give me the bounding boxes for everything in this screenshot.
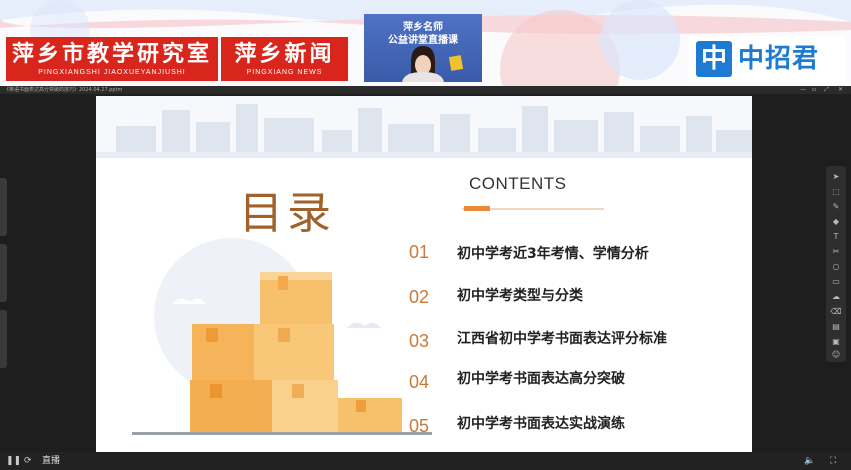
toc-item-3-number: 03 bbox=[409, 331, 430, 351]
stacked-boxes-illustration bbox=[132, 238, 432, 435]
cut-icon[interactable]: ✂ bbox=[826, 245, 846, 259]
camera-caption: 萍乡市教研室 bbox=[407, 74, 438, 80]
annotation-toolbar: ➤ ⬚ ✎ ◆ T ✂ ○ ▭ ☁ ⌫ ▤ ▣ ☺ bbox=[826, 166, 846, 362]
toc-item-4-text: 初中学考书面表达高分突破 bbox=[457, 371, 625, 387]
toc-item-2-text: 初中学考类型与分类 bbox=[457, 288, 583, 304]
skyline-decoration bbox=[96, 96, 752, 158]
restore-icon[interactable]: ▫ bbox=[812, 86, 816, 94]
toc-item-1-text: 初中学考近3年考情、学情分析 bbox=[457, 246, 649, 262]
zhongzhaojun-mark: 中 bbox=[696, 41, 732, 77]
toc-item-5-text: 初中学考书面表达实战演练 bbox=[457, 416, 625, 432]
contents-accent-bar bbox=[464, 206, 490, 211]
toc-item-4-number: 04 bbox=[409, 372, 430, 392]
player-bottom-bar: ❚❚ ⟳ 直播 🔈 ⛶ bbox=[0, 452, 851, 470]
pen-icon[interactable]: ✎ bbox=[826, 200, 846, 214]
rail-tab-2[interactable] bbox=[0, 244, 7, 302]
highlighter-icon[interactable]: ◆ bbox=[826, 215, 846, 229]
file-name: 《英语书面表达高分突破的技巧》2024.04.27.pptm bbox=[4, 87, 123, 93]
toc-item-1-number: 01 bbox=[409, 242, 430, 262]
close-icon[interactable]: ✕ bbox=[838, 86, 843, 94]
user-icon[interactable]: ☺ bbox=[826, 348, 846, 362]
cloud-icon[interactable]: ☁ bbox=[826, 290, 846, 304]
toc-item-2-number: 02 bbox=[409, 287, 430, 307]
teaching-research-subtitle: PINGXIANGSHI JIAOXUEYANJIUSHI bbox=[38, 69, 186, 76]
stream-banner: 萍乡市教学研究室 PINGXIANGSHI JIAOXUEYANJIUSHI 萍… bbox=[0, 0, 851, 86]
volume-icon[interactable]: 🔈 bbox=[804, 452, 815, 470]
pause-icon[interactable]: ❚❚ bbox=[6, 452, 21, 470]
left-side-rail bbox=[0, 178, 8, 368]
fullscreen-icon[interactable]: ⤢ bbox=[824, 86, 829, 94]
pointer-icon[interactable]: ➤ bbox=[826, 170, 846, 184]
fullscreen-toggle-icon[interactable]: ⛶ bbox=[830, 452, 836, 470]
teaching-research-title: 萍乡市教学研究室 bbox=[11, 41, 212, 67]
refresh-icon[interactable]: ⟳ bbox=[24, 452, 32, 470]
eraser-icon[interactable]: ▭ bbox=[826, 275, 846, 289]
zhongzhaojun-text: 中招君 bbox=[738, 44, 820, 74]
page-icon[interactable]: ▤ bbox=[826, 320, 846, 334]
select-icon[interactable]: ⬚ bbox=[826, 185, 846, 199]
minimize-icon[interactable]: — bbox=[800, 86, 806, 94]
presentation-slide: 目录 CONTENTS 01 初中学考近3年考情、学情分析 02 初中学考类型与… bbox=[96, 96, 752, 465]
pingxiang-news-subtitle: PINGXIANG NEWS bbox=[246, 69, 323, 76]
toc-item-3-text: 江西省初中学考书面表达评分标准 bbox=[457, 331, 667, 347]
text-icon[interactable]: T bbox=[826, 230, 846, 244]
slide-heading: 目录 bbox=[239, 188, 335, 239]
rail-tab-1[interactable] bbox=[0, 178, 7, 236]
teaching-research-logo: 萍乡市教学研究室 PINGXIANGSHI JIAOXUEYANJIUSHI bbox=[6, 37, 218, 81]
presenter-avatar bbox=[402, 46, 464, 82]
contents-label: CONTENTS bbox=[469, 174, 567, 193]
file-title-bar: 《英语书面表达高分突破的技巧》2024.04.27.pptm — ▫ ⤢ ✕ bbox=[0, 86, 851, 94]
live-label: 直播 bbox=[42, 456, 61, 466]
pingxiang-news-logo: 萍乡新闻 PINGXIANG NEWS bbox=[221, 37, 348, 81]
toc-item-5-number: 05 bbox=[409, 416, 430, 436]
pingxiang-news-title: 萍乡新闻 bbox=[234, 41, 335, 67]
comment-icon[interactable]: ▣ bbox=[826, 335, 846, 349]
rail-tab-3[interactable] bbox=[0, 310, 7, 368]
presenter-camera: 萍乡名师 公益讲堂直播课 萍乡市教研室 bbox=[364, 14, 482, 82]
zhongzhaojun-logo: 中 中招君 bbox=[688, 36, 846, 82]
clear-icon[interactable]: ⌫ bbox=[826, 305, 846, 319]
shape-icon[interactable]: ○ bbox=[826, 260, 846, 274]
